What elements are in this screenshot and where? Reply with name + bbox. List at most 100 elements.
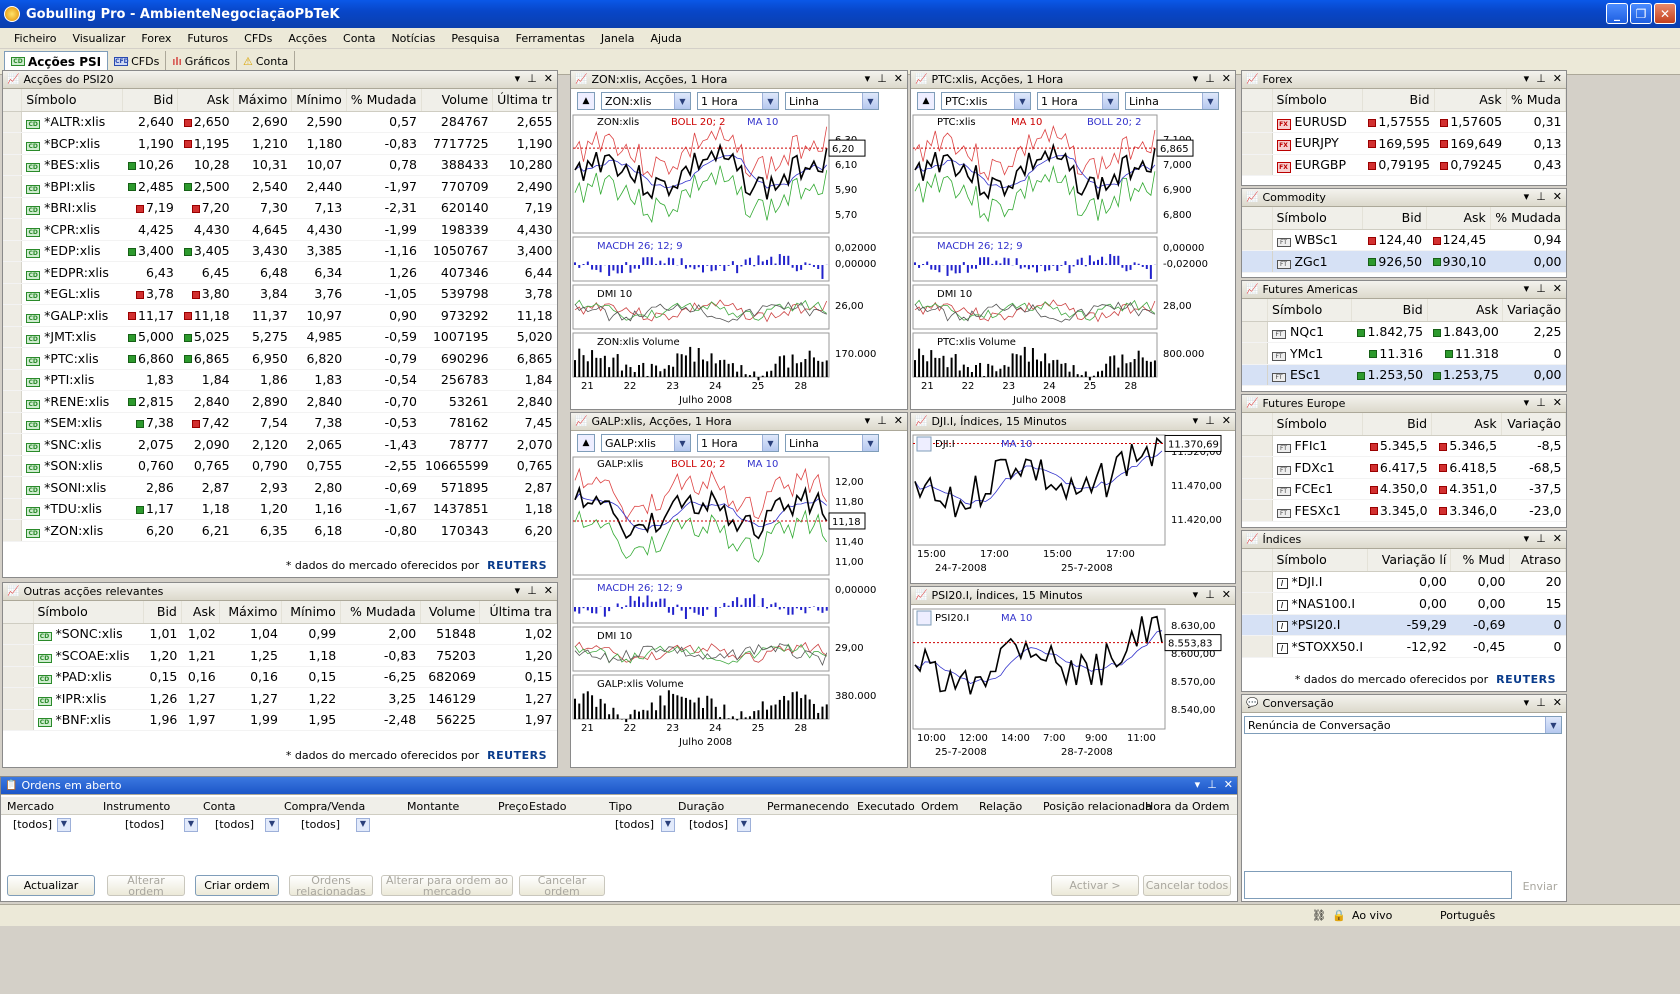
close-icon[interactable]: ✕: [1553, 532, 1562, 545]
table-row[interactable]: CD *PTI:xlis 1,83 1,84 1,86 1,83 -0,54 256783 1…: [3, 369, 557, 391]
orders-col-header[interactable]: Relação: [979, 800, 1022, 813]
menu-1[interactable]: Visualizar: [64, 32, 133, 45]
close-icon[interactable]: ✕: [1224, 778, 1233, 791]
orders-col-header[interactable]: Tipo: [609, 800, 632, 813]
collapse-button[interactable]: ▲: [577, 92, 595, 110]
close-icon[interactable]: ✕: [894, 414, 903, 427]
close-icon[interactable]: ✕: [1553, 396, 1562, 409]
table-row[interactable]: CD *BPI:xlis 2,485 2,500 2,540 2,440 -1,97 770…: [3, 176, 557, 198]
table-row[interactable]: CD *SON:xlis 0,760 0,765 0,790 0,755 -2,55 106…: [3, 455, 557, 477]
pin-icon[interactable]: ⊥: [1205, 588, 1215, 601]
close-icon[interactable]: ✕: [1553, 282, 1562, 295]
table-row[interactable]: FX EURJPY 169,595 169,649 0,13: [1242, 133, 1566, 155]
chevron-down-icon[interactable]: ▼: [737, 818, 751, 832]
order-button-0[interactable]: Actualizar: [7, 875, 95, 896]
orders-col-header[interactable]: Permanecendo: [767, 800, 849, 813]
orders-col-header[interactable]: Posição relacionada: [1043, 800, 1152, 813]
filter-value[interactable]: [todos]: [13, 818, 52, 831]
menu-6[interactable]: Conta: [335, 32, 383, 45]
table-row[interactable]: CD *IPR:xlis 1,26 1,27 1,27 1,22 3,25 146129 1,…: [3, 688, 557, 710]
dropdown-icon[interactable]: ▾: [1193, 588, 1199, 601]
pin-icon[interactable]: ⊥: [1536, 282, 1546, 295]
collapse-button[interactable]: ▲: [917, 92, 935, 110]
filter-value[interactable]: [todos]: [301, 818, 340, 831]
menu-4[interactable]: CFDs: [236, 32, 280, 45]
filter-value[interactable]: [todos]: [615, 818, 654, 831]
dropdown-icon[interactable]: ▾: [1524, 282, 1530, 295]
table-row[interactable]: CD *BCP:xlis 1,190 1,195 1,210 1,180 -0,83 771…: [3, 133, 557, 155]
table-row[interactable]: FT WBSc1 124,40 124,45 0,94: [1242, 229, 1566, 251]
orders-col-header[interactable]: Mercado: [7, 800, 54, 813]
table-row[interactable]: CD *EDPR:xlis 6,43 6,45 6,48 6,34 1,26 407346 6…: [3, 262, 557, 284]
pin-icon[interactable]: ⊥: [527, 584, 537, 597]
close-icon[interactable]: ✕: [544, 584, 553, 597]
pin-icon[interactable]: ⊥: [1536, 190, 1546, 203]
pin-icon[interactable]: ⊥: [527, 72, 537, 85]
pin-icon[interactable]: ⊥: [877, 414, 887, 427]
table-row[interactable]: I *NAS100.I 0,00 0,00 15: [1242, 593, 1566, 615]
table-row[interactable]: FT ESc1 1.253,50 1.253,75 0,00: [1242, 364, 1566, 386]
orders-col-header[interactable]: Ordem: [921, 800, 958, 813]
orders-col-header[interactable]: Duração: [678, 800, 724, 813]
pin-icon[interactable]: ⊥: [1536, 532, 1546, 545]
menu-2[interactable]: Forex: [133, 32, 179, 45]
table-row[interactable]: CD *PAD:xlis 0,15 0,16 0,16 0,15 -6,25 682069 0…: [3, 666, 557, 688]
collapse-button[interactable]: ▲: [577, 434, 595, 452]
chevron-down-icon[interactable]: ▼: [184, 818, 198, 832]
table-row[interactable]: CD *BNF:xlis 1,96 1,97 1,99 1,95 -2,48 56225 1,…: [3, 709, 557, 731]
dropdown-icon[interactable]: ▾: [1193, 414, 1199, 427]
symbol-select[interactable]: PTC:xlis ▼: [941, 92, 1031, 110]
table-row[interactable]: CD *SEM:xlis 7,38 7,42 7,54 7,38 -0,53 78162 7,…: [3, 412, 557, 434]
pin-icon[interactable]: ⊥: [1205, 414, 1215, 427]
chart-style-select[interactable]: Linha ▼: [785, 92, 879, 110]
order-button-4[interactable]: Alterar para ordem ao mercado: [381, 875, 513, 896]
table-row[interactable]: CD *EGL:xlis 3,78 3,80 3,84 3,76 -1,05 539798 3…: [3, 283, 557, 305]
send-button[interactable]: Enviar: [1518, 875, 1562, 897]
orders-col-header[interactable]: Montante: [407, 800, 459, 813]
close-icon[interactable]: ✕: [1222, 72, 1231, 85]
dropdown-icon[interactable]: ▾: [865, 72, 871, 85]
pin-icon[interactable]: ⊥: [1536, 72, 1546, 85]
orders-col-header[interactable]: Preço: [498, 800, 528, 813]
table-row[interactable]: I *PSI20.I -59,29 -0,69 0: [1242, 614, 1566, 636]
interval-select[interactable]: 1 Hora ▼: [697, 92, 779, 110]
chevron-down-icon[interactable]: ▼: [661, 818, 675, 832]
orders-col-header[interactable]: Executado: [857, 800, 915, 813]
table-row[interactable]: FT NQc1 1.842,75 1.843,00 2,25: [1242, 321, 1566, 343]
table-row[interactable]: CD *SNC:xlis 2,075 2,090 2,120 2,065 -1,43 787…: [3, 434, 557, 456]
dropdown-icon[interactable]: ▾: [1524, 696, 1530, 709]
table-row[interactable]: CD *TDU:xlis 1,17 1,18 1,20 1,16 -1,67 1437851…: [3, 498, 557, 520]
minimize-button[interactable]: _: [1606, 3, 1628, 24]
table-row[interactable]: CD *BRI:xlis 7,19 7,20 7,30 7,13 -2,31 620140 7…: [3, 197, 557, 219]
menu-3[interactable]: Futuros: [179, 32, 236, 45]
order-button-3[interactable]: Ordens relacionadas: [289, 875, 373, 896]
dropdown-icon[interactable]: ▾: [1524, 396, 1530, 409]
table-row[interactable]: CD *ZON:xlis 6,20 6,21 6,35 6,18 -0,80 170343 6…: [3, 520, 557, 542]
table-row[interactable]: CD *EDP:xlis 3,400 3,405 3,430 3,385 -1,16 105…: [3, 240, 557, 262]
chevron-down-icon[interactable]: ▼: [265, 818, 279, 832]
table-row[interactable]: CD *SONI:xlis 2,86 2,87 2,93 2,80 -0,69 571895…: [3, 477, 557, 499]
close-icon[interactable]: ✕: [894, 72, 903, 85]
table-row[interactable]: FX EURUSD 1,57555 1,57605 0,31: [1242, 111, 1566, 133]
close-icon[interactable]: ✕: [1222, 414, 1231, 427]
menu-8[interactable]: Pesquisa: [443, 32, 507, 45]
conversation-select[interactable]: Renúncia de Conversação ▼: [1244, 716, 1562, 734]
dropdown-icon[interactable]: ▾: [1524, 72, 1530, 85]
table-row[interactable]: CD *SONC:xlis 1,01 1,02 1,04 0,99 2,00 51848 1,…: [3, 623, 557, 645]
table-row[interactable]: CD *SCOAE:xlis 1,20 1,21 1,25 1,18 -0,83 75203…: [3, 645, 557, 667]
orders-col-header[interactable]: Conta: [203, 800, 235, 813]
table-row[interactable]: CD *ALTR:xlis 2,640 2,650 2,690 2,590 0,57 284…: [3, 111, 557, 133]
symbol-select[interactable]: ZON:xlis ▼: [601, 92, 691, 110]
table-row[interactable]: CD *RENE:xlis 2,815 2,840 2,890 2,840 -0,70 53…: [3, 391, 557, 413]
menu-11[interactable]: Ajuda: [642, 32, 689, 45]
table-row[interactable]: CD *CPR:xlis 4,425 4,430 4,645 4,430 -1,99 198…: [3, 219, 557, 241]
close-icon[interactable]: ✕: [1553, 190, 1562, 203]
order-button-5[interactable]: Cancelar ordem: [519, 875, 605, 896]
order-button-7[interactable]: Cancelar todos: [1143, 875, 1231, 896]
chart-style-select[interactable]: Linha ▼: [1125, 92, 1219, 110]
table-row[interactable]: FT ZGc1 926,50 930,10 0,00: [1242, 251, 1566, 273]
table-row[interactable]: CD *BES:xlis 10,26 10,28 10,31 10,07 0,78 3884…: [3, 154, 557, 176]
table-row[interactable]: FX EURGBP 0,79195 0,79245 0,43: [1242, 154, 1566, 176]
pin-icon[interactable]: ⊥: [1205, 72, 1215, 85]
chart-style-select[interactable]: Linha ▼: [785, 434, 879, 452]
